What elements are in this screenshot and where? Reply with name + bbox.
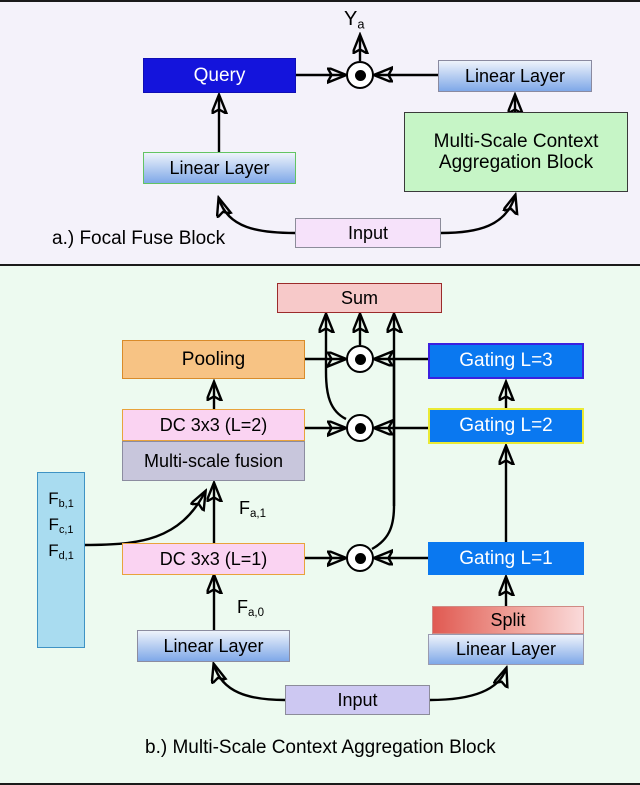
feature-label-fb1-base: F <box>48 489 59 508</box>
gating-l1-label: Gating L=1 <box>459 547 553 569</box>
feature-label-fd1: Fd,1 <box>48 541 74 562</box>
pooling-label: Pooling <box>181 348 246 370</box>
sum-label: Sum <box>340 287 378 308</box>
query-box[interactable]: Query <box>143 58 296 93</box>
output-label-ya: Ya <box>344 8 364 32</box>
multiply-node-l1[interactable] <box>346 544 374 572</box>
output-label-subscript: a <box>357 16 365 32</box>
linear-layer-right-label-b: Linear Layer <box>455 639 557 660</box>
linear-layer-right-b[interactable]: Linear Layer <box>428 634 584 665</box>
edge-label-fa0: Fa,0 <box>237 597 264 619</box>
input-label-b: Input <box>337 689 378 710</box>
input-box-a[interactable]: Input <box>295 218 441 248</box>
feature-label-fb1-sub: b,1 <box>58 498 74 511</box>
query-label: Query <box>193 64 246 86</box>
linear-layer-right-a[interactable]: Linear Layer <box>438 60 592 92</box>
gating-l3-label: Gating L=3 <box>459 350 553 372</box>
sum-box[interactable]: Sum <box>277 283 442 313</box>
linear-layer-right-label-a: Linear Layer <box>464 65 566 86</box>
feature-label-fc1: Fc,1 <box>49 515 74 536</box>
multiply-node-l2[interactable] <box>346 414 374 442</box>
edge-label-fa1-base: F <box>239 498 250 518</box>
split-label: Split <box>490 609 526 630</box>
dc-3x3-l1-label: DC 3x3 (L=1) <box>159 548 268 569</box>
panel-a-caption-text: a.) Focal Fuse Block <box>52 228 226 249</box>
gating-l2-label: Gating L=2 <box>459 415 553 437</box>
edge-label-fa0-sub: a,0 <box>248 607 265 620</box>
output-label-base: Y <box>344 8 358 30</box>
feature-label-fd1-base: F <box>48 541 59 561</box>
linear-layer-left-a[interactable]: Linear Layer <box>143 152 296 184</box>
msca-block-label-line2: Aggregation Block <box>438 152 594 173</box>
feature-label-fc1-base: F <box>48 515 59 535</box>
linear-layer-left-b[interactable]: Linear Layer <box>137 630 290 662</box>
gating-l1-box[interactable]: Gating L=1 <box>428 542 584 575</box>
edge-label-fa1: Fa,1 <box>239 498 266 520</box>
feature-label-fd1-sub: d,1 <box>58 550 74 563</box>
dc-3x3-l2-label: DC 3x3 (L=2) <box>159 414 268 435</box>
dc-3x3-l1-box[interactable]: DC 3x3 (L=1) <box>122 543 305 575</box>
multiply-dot-icon <box>354 422 366 434</box>
linear-layer-left-label-b: Linear Layer <box>163 635 264 656</box>
multi-scale-fusion-label: Multi-scale fusion <box>143 450 284 471</box>
multiply-node-l3[interactable] <box>346 345 374 373</box>
multiply-node-a[interactable] <box>346 61 374 89</box>
multiply-dot-icon <box>354 552 366 564</box>
feature-label-fc1-sub: c,1 <box>58 524 74 537</box>
input-label-a: Input <box>347 222 389 243</box>
input-box-b[interactable]: Input <box>285 685 430 715</box>
pooling-box[interactable]: Pooling <box>122 340 305 379</box>
linear-layer-left-label-a: Linear Layer <box>169 157 270 178</box>
dc-3x3-l2-box[interactable]: DC 3x3 (L=2) <box>122 409 305 441</box>
figure-root: Ya Query Linear Layer Linear Layer Multi… <box>0 0 640 785</box>
gating-l2-box[interactable]: Gating L=2 <box>428 408 584 444</box>
multi-scale-fusion-box[interactable]: Multi-scale fusion <box>122 441 305 481</box>
multiply-dot-icon <box>354 353 366 365</box>
msca-block-box[interactable]: Multi-Scale Context Aggregation Block <box>404 112 628 192</box>
gating-l3-box[interactable]: Gating L=3 <box>428 343 584 379</box>
edge-label-fa1-sub: a,1 <box>250 508 267 521</box>
panel-a-caption: a.) Focal Fuse Block <box>52 228 225 250</box>
split-box[interactable]: Split <box>432 606 584 634</box>
feature-stack-box[interactable]: Fb,1 Fc,1 Fd,1 <box>37 472 85 648</box>
feature-label-fb1: Fb,1 <box>48 489 74 510</box>
panel-b-caption-text: b.) Multi-Scale Context Aggregation Bloc… <box>145 737 496 758</box>
multiply-dot-icon <box>354 69 366 81</box>
msca-block-label-line1: Multi-Scale Context <box>433 130 599 152</box>
edge-label-fa0-base: F <box>237 597 248 617</box>
panel-b-caption: b.) Multi-Scale Context Aggregation Bloc… <box>145 737 496 759</box>
